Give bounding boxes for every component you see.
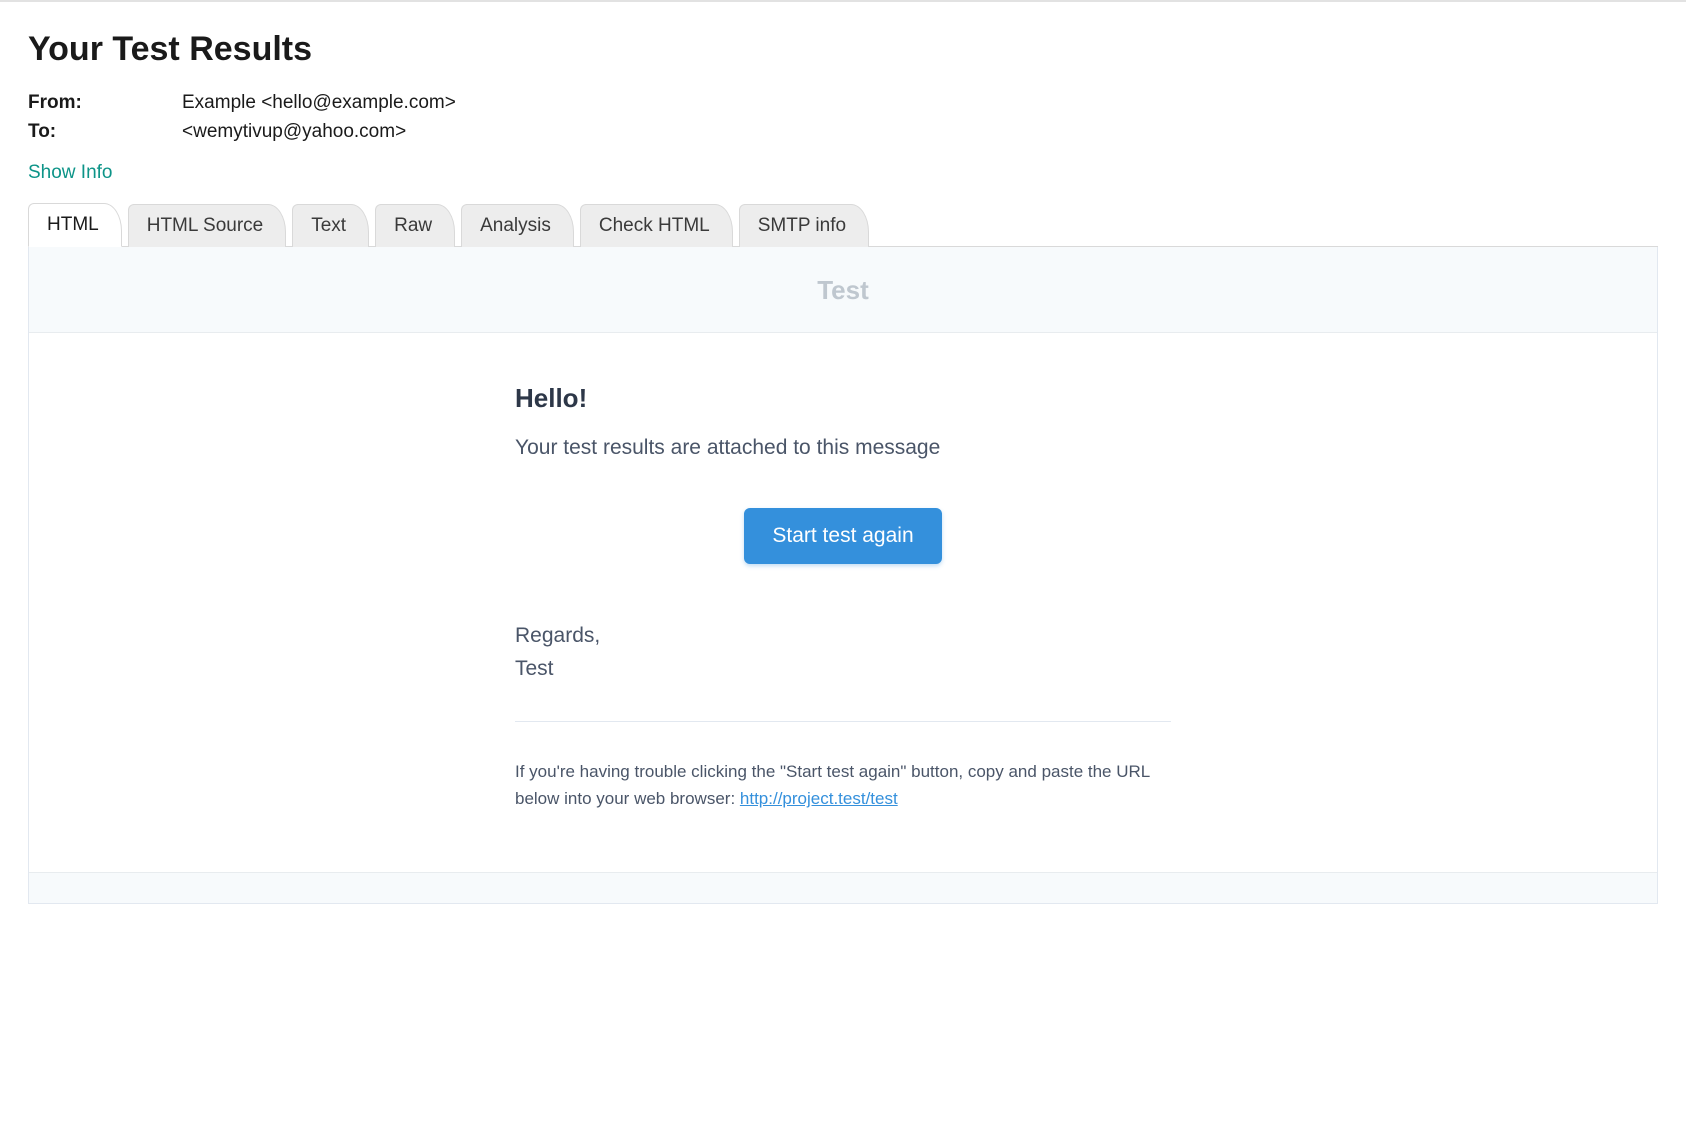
page-title: Your Test Results: [28, 30, 1658, 69]
start-test-again-button[interactable]: Start test again: [744, 508, 941, 564]
tab-html-source[interactable]: HTML Source: [128, 204, 287, 247]
meta-to-label: To:: [28, 118, 182, 147]
tab-check-html[interactable]: Check HTML: [580, 204, 733, 247]
email-header: Test: [29, 247, 1657, 333]
tab-html[interactable]: HTML: [28, 203, 122, 247]
email-body: Hello! Your test results are attached to…: [483, 383, 1203, 812]
divider: [515, 721, 1171, 722]
email-body-wrap: Hello! Your test results are attached to…: [29, 333, 1657, 873]
meta-to-value: <wemytivup@yahoo.com>: [182, 118, 406, 147]
cta-wrap: Start test again: [515, 508, 1171, 564]
tab-analysis[interactable]: Analysis: [461, 204, 574, 247]
trouble-link[interactable]: http://project.test/test: [740, 789, 898, 808]
trouble-text: If you're having trouble clicking the "S…: [515, 758, 1171, 812]
meta-from-row: From: Example <hello@example.com>: [28, 89, 1658, 118]
meta-from-label: From:: [28, 89, 182, 118]
email-meta: From: Example <hello@example.com> To: <w…: [28, 89, 1658, 146]
show-info-link[interactable]: Show Info: [28, 162, 113, 184]
signoff-name: Test: [515, 657, 554, 680]
email-signoff: Regards, Test: [515, 620, 1171, 685]
email-greeting: Hello!: [515, 383, 1171, 414]
email-footer-space: [29, 873, 1657, 903]
tabs-row: HTML HTML Source Text Raw Analysis Check…: [28, 202, 1658, 247]
email-intro: Your test results are attached to this m…: [515, 436, 1171, 460]
signoff-regards: Regards,: [515, 624, 600, 647]
meta-from-value: Example <hello@example.com>: [182, 89, 456, 118]
email-header-title: Test: [817, 275, 869, 305]
tab-raw[interactable]: Raw: [375, 204, 455, 247]
tab-text[interactable]: Text: [292, 204, 369, 247]
email-preview: Test Hello! Your test results are attach…: [28, 247, 1658, 904]
tab-smtp-info[interactable]: SMTP info: [739, 204, 869, 247]
meta-to-row: To: <wemytivup@yahoo.com>: [28, 118, 1658, 147]
